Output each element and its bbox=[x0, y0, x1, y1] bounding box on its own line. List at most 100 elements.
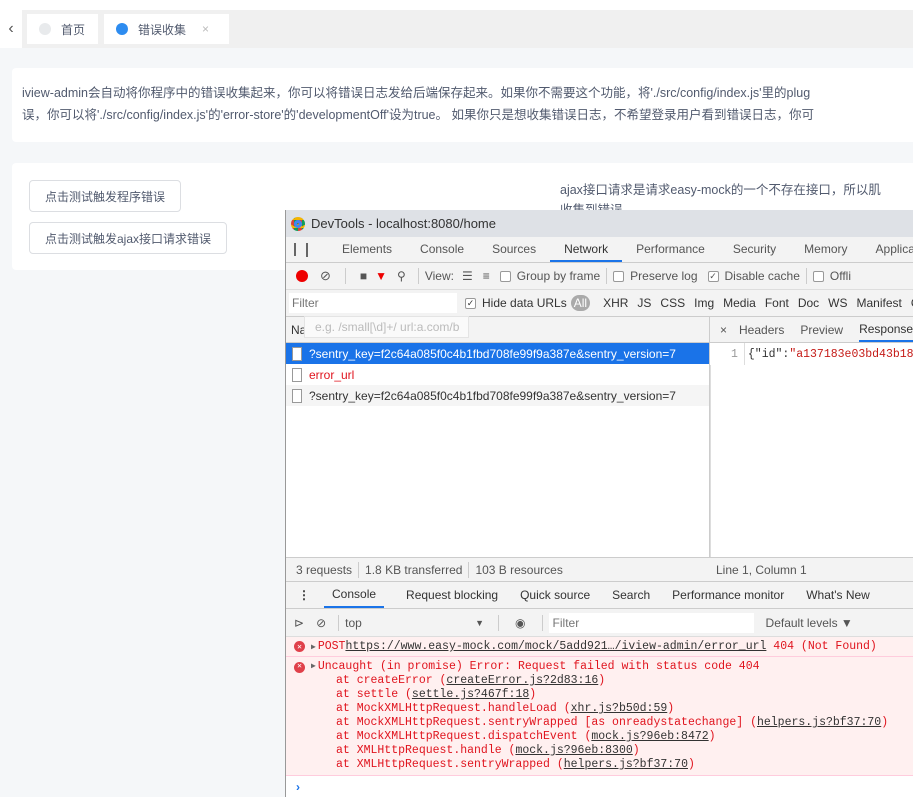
request-row[interactable]: ?sentry_key=f2c64a085f0c4b1fbd708fe99f9a… bbox=[286, 385, 709, 406]
sidebar-toggle-icon[interactable]: ⊳ bbox=[294, 616, 304, 630]
filter-type-manifest[interactable]: Manifest bbox=[857, 296, 902, 310]
filter-type-xhr[interactable]: XHR bbox=[603, 296, 628, 310]
panel-tab-sources[interactable]: Sources bbox=[478, 237, 550, 262]
filter-type-img[interactable]: Img bbox=[694, 296, 714, 310]
stack-source-link[interactable]: helpers.js?bf37:70 bbox=[757, 716, 881, 729]
stack-source-link[interactable]: xhr.js?b50d:59 bbox=[571, 702, 668, 715]
drawer-tab[interactable]: Performance monitor bbox=[672, 582, 784, 608]
expand-triangle-icon[interactable]: ▶ bbox=[311, 642, 316, 652]
panel-tab-applicatio[interactable]: Applicatio bbox=[862, 237, 913, 262]
stack-frame: at createError (createError.js?2d83:16) bbox=[294, 674, 913, 688]
drawer-tab[interactable]: Quick source bbox=[520, 582, 590, 608]
panel-tab-network[interactable]: Network bbox=[550, 237, 623, 262]
response-key: {"id": bbox=[747, 347, 790, 361]
drawer-tab[interactable]: Search bbox=[612, 582, 650, 608]
stack-source-link[interactable]: settle.js?467f:18 bbox=[412, 688, 529, 701]
ajax-note-line: ajax接口请求是请求easy-mock的一个不存在接口，所以肌 bbox=[560, 183, 881, 197]
hide-data-urls-label: Hide data URLs bbox=[482, 296, 567, 310]
stack-frame: at MockXMLHttpRequest.sentryWrapped [as … bbox=[294, 716, 913, 730]
stack-frame-end: ) bbox=[529, 688, 537, 701]
tab-error-collection[interactable]: 错误收集 × bbox=[104, 14, 229, 44]
tab-status-dot-icon bbox=[116, 23, 128, 35]
stack-source-link[interactable]: mock.js?96eb:8472 bbox=[591, 730, 708, 743]
trigger-ajax-error-button[interactable]: 点击测试触发ajax接口请求错误 bbox=[29, 222, 227, 254]
request-row[interactable]: ?sentry_key=f2c64a085f0c4b1fbd708fe99f9a… bbox=[286, 343, 709, 364]
console-error-message: ✕ ▶ POST https://www.easy-mock.com/mock/… bbox=[286, 637, 913, 657]
search-icon[interactable]: ⚲ bbox=[397, 269, 406, 283]
filter-icon[interactable]: ▼ bbox=[375, 269, 387, 283]
drawer-tab[interactable]: Console bbox=[324, 582, 385, 608]
filter-type-doc[interactable]: Doc bbox=[798, 296, 819, 310]
stack-source-link[interactable]: helpers.js?bf37:70 bbox=[564, 758, 688, 771]
more-tabs-icon[interactable]: ⋮ bbox=[298, 588, 310, 602]
detail-tabs: × Headers Preview Response bbox=[710, 317, 913, 343]
stack-frame: at XMLHttpRequest.handle (mock.js?96eb:8… bbox=[294, 744, 913, 758]
drawer-tab[interactable]: What's New bbox=[806, 582, 870, 608]
prompt-chevron-icon: › bbox=[296, 779, 300, 794]
detail-tab-response[interactable]: Response bbox=[859, 317, 913, 342]
devtools-window: DevTools - localhost:8080/home Elements C… bbox=[285, 210, 913, 797]
line-number: 1 bbox=[710, 343, 745, 365]
device-toggle-icon[interactable] bbox=[306, 242, 308, 257]
preserve-log-checkbox[interactable] bbox=[613, 270, 625, 282]
disable-cache-checkbox[interactable]: ✓ bbox=[707, 270, 719, 282]
waterfall-icon[interactable]: ≡ bbox=[483, 269, 490, 283]
offline-label: Offli bbox=[829, 269, 852, 283]
filter-type-all[interactable]: All bbox=[570, 295, 591, 311]
record-icon[interactable] bbox=[296, 270, 308, 282]
filter-type-ws[interactable]: WS bbox=[828, 296, 847, 310]
stack-frame-text: at MockXMLHttpRequest.sentryWrapped [as … bbox=[336, 716, 757, 729]
screenshot-icon[interactable]: ■ bbox=[360, 269, 367, 283]
offline-checkbox[interactable] bbox=[812, 270, 824, 282]
filter-type-font[interactable]: Font bbox=[765, 296, 789, 310]
clear-console-icon[interactable]: ⊘ bbox=[316, 616, 326, 630]
panel-tab-memory[interactable]: Memory bbox=[790, 237, 861, 262]
console-prompt[interactable]: › bbox=[286, 776, 913, 797]
expand-triangle-icon[interactable]: ▶ bbox=[311, 660, 316, 674]
inspect-icon[interactable] bbox=[294, 243, 296, 256]
console-filter-input[interactable] bbox=[548, 612, 754, 633]
panel-tab-elements[interactable]: Elements bbox=[328, 237, 406, 262]
drawer-tab[interactable]: Request blocking bbox=[406, 582, 498, 608]
filter-type-css[interactable]: CSS bbox=[660, 296, 685, 310]
preserve-log-label: Preserve log bbox=[630, 269, 698, 283]
view-label: View: bbox=[424, 269, 454, 283]
request-name: ?sentry_key=f2c64a085f0c4b1fbd708fe99f9a… bbox=[309, 388, 676, 403]
close-icon[interactable]: × bbox=[202, 22, 209, 36]
stack-frame-end: ) bbox=[667, 702, 675, 715]
stack-source-link[interactable]: mock.js?96eb:8300 bbox=[515, 744, 632, 757]
filter-tooltip: e.g. /small[\d]+/ url:a.com/b bbox=[304, 316, 469, 338]
stack-frame-text: at createError ( bbox=[336, 674, 447, 687]
panel-tab-security[interactable]: Security bbox=[719, 237, 790, 262]
stack-source-link[interactable]: createError.js?2d83:16 bbox=[446, 674, 598, 687]
log-levels-dropdown[interactable]: Default levels ▼ bbox=[766, 616, 853, 630]
panel-tab-console[interactable]: Console bbox=[406, 237, 478, 262]
chrome-icon bbox=[291, 216, 305, 231]
detail-tab-preview[interactable]: Preview bbox=[800, 317, 843, 342]
request-row[interactable]: error_url bbox=[286, 364, 709, 385]
stack-frame-end: ) bbox=[687, 758, 695, 771]
hide-data-urls-checkbox[interactable]: ✓ bbox=[465, 297, 476, 309]
detail-tab-headers[interactable]: Headers bbox=[739, 317, 784, 342]
request-url-link[interactable]: https://www.easy-mock.com/mock/5add921…/… bbox=[345, 640, 766, 653]
top-strip bbox=[0, 0, 913, 10]
filter-type-media[interactable]: Media bbox=[723, 296, 756, 310]
panel-tab-performance[interactable]: Performance bbox=[622, 237, 719, 262]
network-filter-input[interactable] bbox=[289, 293, 457, 313]
resources-size: 103 B resources bbox=[475, 562, 563, 577]
group-by-frame-checkbox[interactable] bbox=[499, 270, 511, 282]
clear-icon[interactable]: ⊘ bbox=[320, 268, 331, 284]
tabs-scroll-left-button[interactable]: ‹ bbox=[0, 10, 22, 48]
context-select[interactable]: top bbox=[345, 616, 475, 630]
close-detail-icon[interactable]: × bbox=[720, 323, 727, 337]
request-name: error_url bbox=[309, 367, 355, 382]
stack-frame-text: at XMLHttpRequest.handle ( bbox=[336, 744, 516, 757]
request-count: 3 requests bbox=[296, 562, 353, 577]
trigger-program-error-button[interactable]: 点击测试触发程序错误 bbox=[29, 180, 181, 212]
filter-type-js[interactable]: JS bbox=[637, 296, 651, 310]
tab-home[interactable]: 首页 bbox=[27, 14, 98, 44]
transferred-size: 1.8 KB transferred bbox=[365, 562, 463, 577]
large-rows-icon[interactable]: ☰ bbox=[462, 269, 473, 283]
stack-frame-end: ) bbox=[708, 730, 716, 743]
live-expression-eye-icon[interactable]: ◉ bbox=[515, 616, 525, 630]
